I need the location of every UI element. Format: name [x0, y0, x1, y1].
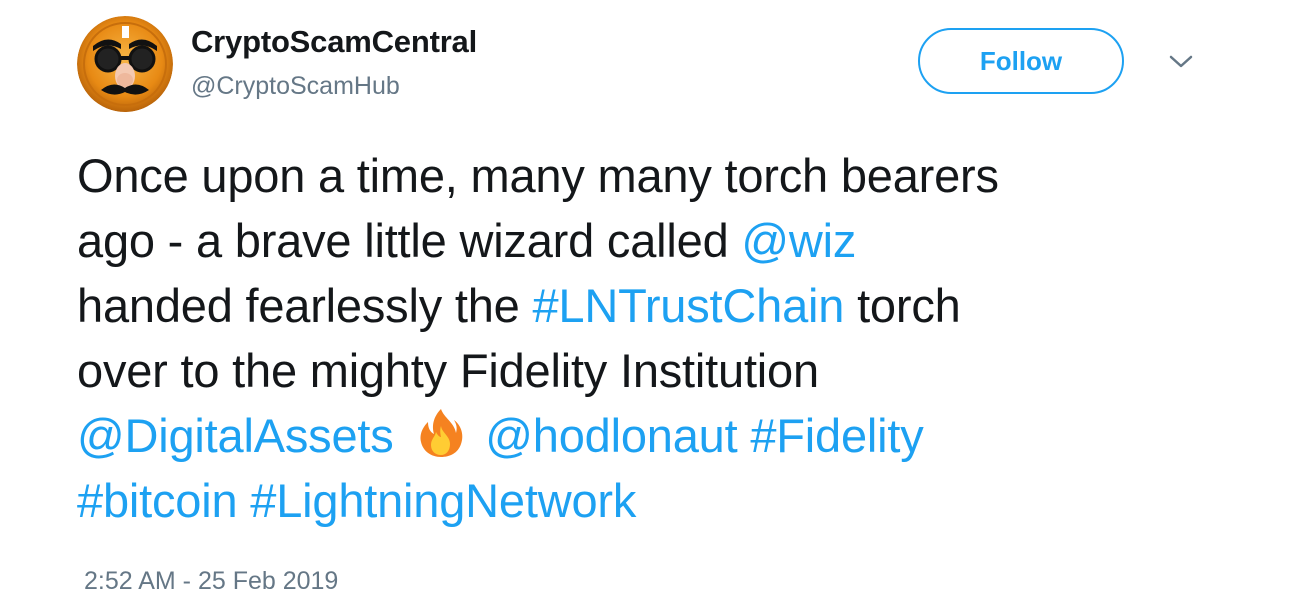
tweet-line-1: Once upon a time, many many torch bearer… — [77, 143, 1237, 208]
mention-wiz[interactable]: @wiz — [741, 214, 856, 267]
user-handle[interactable]: @CryptoScamHub — [191, 72, 400, 101]
tweet-text-segment: Once upon a time, many many torch bearer… — [77, 149, 999, 202]
display-name[interactable]: CryptoScamCentral — [191, 24, 477, 60]
disguise-glasses-avatar-icon — [77, 16, 173, 112]
hashtag-lntrustchain[interactable]: #LNTrustChain — [532, 279, 844, 332]
tweet-text-segment: over to the mighty Fidelity Institution — [77, 344, 819, 397]
hashtag-bitcoin[interactable]: #bitcoin — [77, 474, 238, 527]
tweet-text: Once upon a time, many many torch bearer… — [77, 143, 1237, 533]
tweet-line-6: #bitcoin #LightningNetwork — [77, 468, 1237, 533]
mention-digitalassets[interactable]: @DigitalAssets — [77, 409, 394, 462]
tweet-line-3: handed fearlessly the #LNTrustChain torc… — [77, 273, 1237, 338]
tweet-line-4: over to the mighty Fidelity Institution — [77, 338, 1237, 403]
chevron-down-icon — [1169, 55, 1193, 68]
tweet-text-segment: handed fearlessly the — [77, 279, 533, 332]
follow-button[interactable]: Follow — [918, 28, 1124, 94]
more-options-button[interactable] — [1166, 50, 1196, 74]
tweet-text-segment: torch — [844, 279, 961, 332]
mention-hodlonaut[interactable]: @hodlonaut — [485, 409, 737, 462]
fire-emoji-icon — [414, 406, 468, 460]
tweet-line-2: ago - a brave little wizard called @wiz — [77, 208, 1237, 273]
hashtag-lightningnetwork[interactable]: #LightningNetwork — [250, 474, 636, 527]
hashtag-fidelity[interactable]: #Fidelity — [750, 409, 923, 462]
tweet-timestamp[interactable]: 2:52 AM - 25 Feb 2019 — [84, 567, 338, 596]
tweet-line-5: @DigitalAssets @hodlonaut #Fidelity — [77, 403, 1237, 468]
tweet-text-segment: ago - a brave little wizard called — [77, 214, 742, 267]
avatar[interactable] — [77, 16, 173, 112]
tweet-card: CryptoScamCentral @CryptoScamHub Follow … — [0, 0, 1300, 600]
